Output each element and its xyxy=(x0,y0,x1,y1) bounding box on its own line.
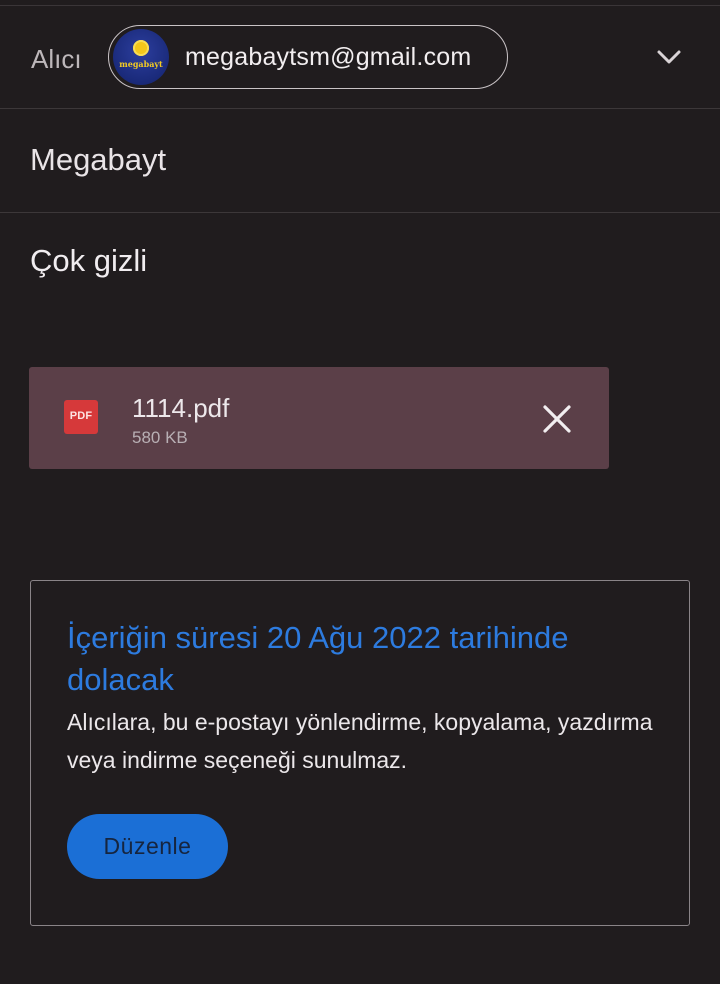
attachment-file-name: 1114.pdf xyxy=(132,393,230,423)
close-icon xyxy=(543,405,571,433)
restriction-description: Alıcılara, bu e-postayı yönlendirme, kop… xyxy=(67,709,653,773)
pdf-icon: PDF xyxy=(64,400,98,434)
recipient-chip[interactable]: megabayt megabaytsm@gmail.com xyxy=(108,25,508,89)
pdf-icon-label: PDF xyxy=(69,410,93,422)
attachment-chip[interactable]: PDF 1114.pdf 580 KB xyxy=(29,367,609,469)
remove-attachment-button[interactable] xyxy=(537,399,577,439)
edit-button[interactable]: Düzenle xyxy=(67,814,228,879)
subject-row[interactable]: Çok gizli xyxy=(0,213,720,313)
to-label: Alıcı xyxy=(31,44,82,74)
compose-screen: Alıcı megabayt megabaytsm@gmail.com Mega… xyxy=(0,0,720,984)
to-row[interactable]: Alıcı megabayt megabaytsm@gmail.com xyxy=(0,6,720,109)
expand-recipients-button[interactable] xyxy=(650,38,688,76)
attachment-file-size: 580 KB xyxy=(132,428,188,447)
lightbulb-icon xyxy=(133,40,149,56)
from-row[interactable]: Megabayt xyxy=(0,108,720,213)
avatar-logo-text: megabayt xyxy=(119,59,163,69)
avatar: megabayt xyxy=(113,29,169,85)
confidential-mode-card: İçeriğin süresi 20 Ağu 2022 tarihinde do… xyxy=(30,580,690,926)
from-field[interactable]: Megabayt xyxy=(30,142,166,178)
expiry-title: İçeriğin süresi 20 Ağu 2022 tarihinde do… xyxy=(67,620,569,697)
subject-field[interactable]: Çok gizli xyxy=(30,243,147,279)
chevron-down-icon xyxy=(657,50,681,64)
recipient-email: megabaytsm@gmail.com xyxy=(185,43,472,71)
